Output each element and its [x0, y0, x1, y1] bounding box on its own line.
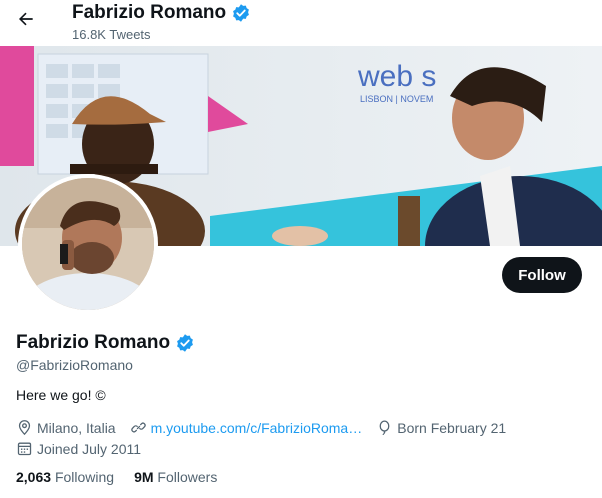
followers-label: Followers — [157, 469, 218, 485]
link-icon — [130, 422, 146, 433]
location-text: Milano, Italia — [37, 419, 116, 436]
birthday-item: Born February 21 — [376, 419, 506, 436]
profile-name: Fabrizio Romano — [16, 332, 171, 353]
profile-meta-row-2: Joined July 2011 — [16, 440, 155, 457]
svg-text:web s: web s — [357, 60, 436, 93]
back-arrow-icon — [19, 12, 33, 26]
following-count: 2,063 — [16, 469, 52, 485]
profile-bio: Here we go! © — [16, 387, 106, 403]
joined-text: Joined July 2011 — [37, 440, 142, 457]
website-item: m.youtube.com/c/FabrizioRoma… — [130, 419, 363, 436]
follow-button[interactable]: Follow — [502, 257, 582, 293]
avatar-image — [22, 178, 154, 310]
following-label: Following — [54, 469, 115, 485]
balloon-icon — [379, 420, 390, 436]
website-link[interactable]: m.youtube.com/c/FabrizioRoma… — [151, 420, 363, 436]
profile-name-row: Fabrizio Romano — [16, 332, 195, 354]
following-link[interactable]: 2,063 Following — [16, 469, 114, 485]
header-name: Fabrizio Romano — [72, 2, 227, 23]
profile-page: Fabrizio Romano 16.8K Tweets web s LISBO… — [0, 0, 602, 498]
followers-count: 9M — [134, 469, 154, 485]
back-button[interactable] — [12, 5, 40, 33]
top-bar: Fabrizio Romano 16.8K Tweets — [0, 0, 602, 46]
followers-link[interactable]: 9M Followers — [134, 469, 217, 485]
birthday-text: Born February 21 — [397, 419, 507, 436]
joined-item: Joined July 2011 — [16, 440, 141, 457]
svg-text:LISBON | NOVEM: LISBON | NOVEM — [360, 94, 433, 104]
avatar[interactable] — [18, 174, 158, 314]
calendar-icon — [17, 442, 32, 456]
header-title: Fabrizio Romano — [72, 2, 251, 24]
location-icon — [18, 420, 31, 436]
profile-meta-row: Milano, Italia m.youtube.com/c/FabrizioR… — [16, 419, 520, 436]
verified-badge-icon — [177, 334, 194, 352]
location-item: Milano, Italia — [16, 419, 116, 436]
profile-stats: 2,063 Following 9M Followers — [16, 469, 217, 485]
tweets-count: 16.8K Tweets — [72, 27, 151, 42]
verified-badge-icon — [233, 4, 250, 22]
profile-handle: @FabrizioRomano — [16, 357, 133, 373]
